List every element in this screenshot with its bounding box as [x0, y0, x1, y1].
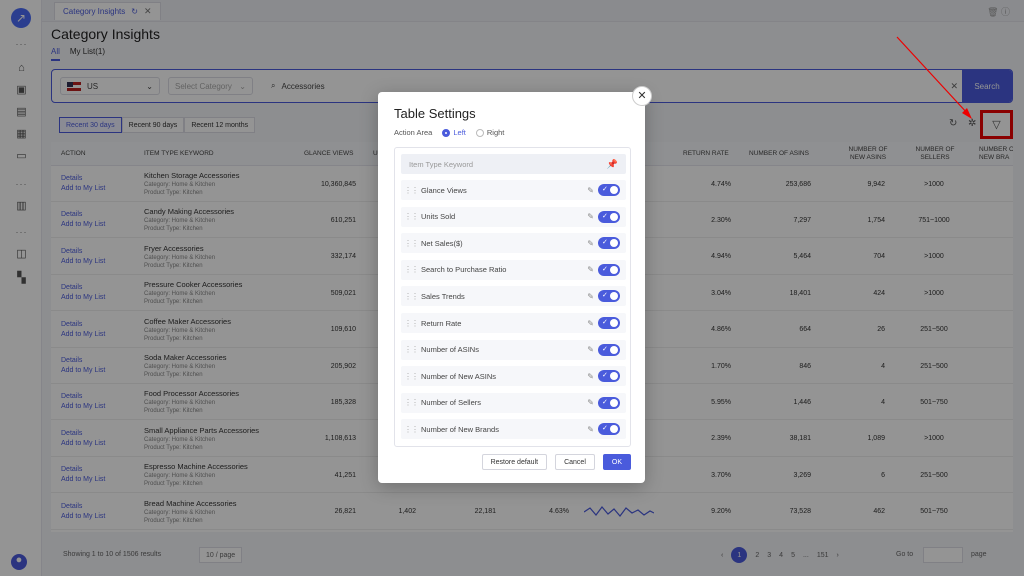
- column-setting-item[interactable]: ⋮⋮ Search to Purchase Ratio ✎ ✓: [401, 259, 626, 280]
- modal-footer: Restore default Cancel OK: [481, 454, 631, 470]
- drag-handle-icon[interactable]: ⋮⋮: [401, 265, 421, 274]
- ok-button[interactable]: OK: [602, 454, 631, 470]
- drag-handle-icon[interactable]: ⋮⋮: [401, 186, 421, 195]
- column-setting-item[interactable]: ⋮⋮ Number of Sellers ✎ ✓: [401, 392, 626, 413]
- visibility-toggle[interactable]: ✓: [598, 370, 620, 383]
- action-area: Action Area Left Right: [394, 128, 504, 137]
- drag-handle-icon[interactable]: ⋮⋮: [401, 425, 421, 434]
- modal-title: Table Settings: [394, 106, 476, 121]
- radio-right[interactable]: Right: [475, 128, 505, 137]
- visibility-toggle[interactable]: ✓: [598, 237, 620, 250]
- visibility-toggle[interactable]: ✓: [598, 263, 620, 276]
- radio-left[interactable]: Left: [442, 128, 466, 137]
- column-setting-item[interactable]: ⋮⋮ Number of New Brands ✎ ✓: [401, 419, 626, 440]
- pin-icon[interactable]: ✎: [587, 345, 594, 354]
- column-setting-label: Units Sold: [421, 212, 456, 222]
- pin-icon[interactable]: ✎: [587, 265, 594, 274]
- visibility-toggle[interactable]: ✓: [598, 290, 620, 303]
- column-setting-label: Number of ASINs: [421, 345, 479, 355]
- pin-icon[interactable]: ✎: [587, 239, 594, 248]
- column-setting-label: Sales Trends: [421, 291, 465, 301]
- column-setting-label: Glance Views: [421, 185, 467, 195]
- close-icon[interactable]: ✕: [632, 86, 652, 106]
- column-setting-label: Search to Purchase Ratio: [421, 265, 507, 275]
- pin-icon[interactable]: ✎: [587, 425, 594, 434]
- column-setting-label: Number of New Brands: [421, 424, 499, 434]
- pinned-column: Item Type Keyword 📌: [401, 154, 626, 174]
- column-setting-label: Number of Sellers: [421, 398, 482, 408]
- table-settings-modal: Table Settings Action Area Left Right It…: [378, 92, 645, 483]
- drag-handle-icon[interactable]: ⋮⋮: [401, 319, 421, 328]
- pin-icon[interactable]: ✎: [587, 372, 594, 381]
- drag-handle-icon[interactable]: ⋮⋮: [401, 345, 421, 354]
- visibility-toggle[interactable]: ✓: [598, 184, 620, 196]
- column-setting-label: Net Sales($): [421, 238, 463, 248]
- visibility-toggle[interactable]: ✓: [598, 396, 620, 409]
- drag-handle-icon[interactable]: ⋮⋮: [401, 398, 421, 407]
- pinned-column-label: Item Type Keyword: [409, 159, 474, 169]
- column-setting-item[interactable]: ⋮⋮ Return Rate ✎ ✓: [401, 313, 626, 333]
- radio-left-label: Left: [453, 128, 466, 137]
- column-setting-item[interactable]: ⋮⋮ Sales Trends ✎ ✓: [401, 286, 626, 307]
- pin-icon[interactable]: ✎: [587, 212, 594, 221]
- column-list: Item Type Keyword 📌 ⋮⋮ Glance Views ✎ ✓ ⋮…: [394, 147, 631, 447]
- visibility-toggle[interactable]: ✓: [598, 210, 620, 223]
- column-setting-item[interactable]: ⋮⋮ Number of ASINs ✎ ✓: [401, 339, 626, 360]
- pin-icon[interactable]: ✎: [587, 319, 594, 328]
- column-setting-label: Return Rate: [421, 318, 462, 328]
- drag-handle-icon[interactable]: ⋮⋮: [401, 292, 421, 301]
- drag-handle-icon[interactable]: ⋮⋮: [401, 239, 421, 248]
- cancel-button[interactable]: Cancel: [555, 454, 595, 470]
- column-setting-item[interactable]: ⋮⋮ Net Sales($) ✎ ✓: [401, 233, 626, 254]
- column-setting-item[interactable]: ⋮⋮ Units Sold ✎ ✓: [401, 206, 626, 227]
- visibility-toggle[interactable]: ✓: [598, 317, 620, 329]
- column-setting-label: Number of New ASINs: [421, 371, 497, 381]
- visibility-toggle[interactable]: ✓: [598, 343, 620, 356]
- visibility-toggle[interactable]: ✓: [598, 423, 620, 436]
- column-setting-item[interactable]: ⋮⋮ Glance Views ✎ ✓: [401, 180, 626, 200]
- pin-icon[interactable]: 📌: [607, 159, 618, 170]
- drag-handle-icon[interactable]: ⋮⋮: [401, 372, 421, 381]
- drag-handle-icon[interactable]: ⋮⋮: [401, 212, 421, 221]
- action-area-label: Action Area: [394, 128, 433, 137]
- pin-icon[interactable]: ✎: [587, 292, 594, 301]
- radio-right-label: Right: [486, 128, 505, 137]
- pin-icon[interactable]: ✎: [587, 398, 594, 407]
- column-setting-item[interactable]: ⋮⋮ Number of New ASINs ✎ ✓: [401, 366, 626, 387]
- pin-icon[interactable]: ✎: [587, 186, 594, 195]
- restore-default-button[interactable]: Restore default: [481, 454, 548, 470]
